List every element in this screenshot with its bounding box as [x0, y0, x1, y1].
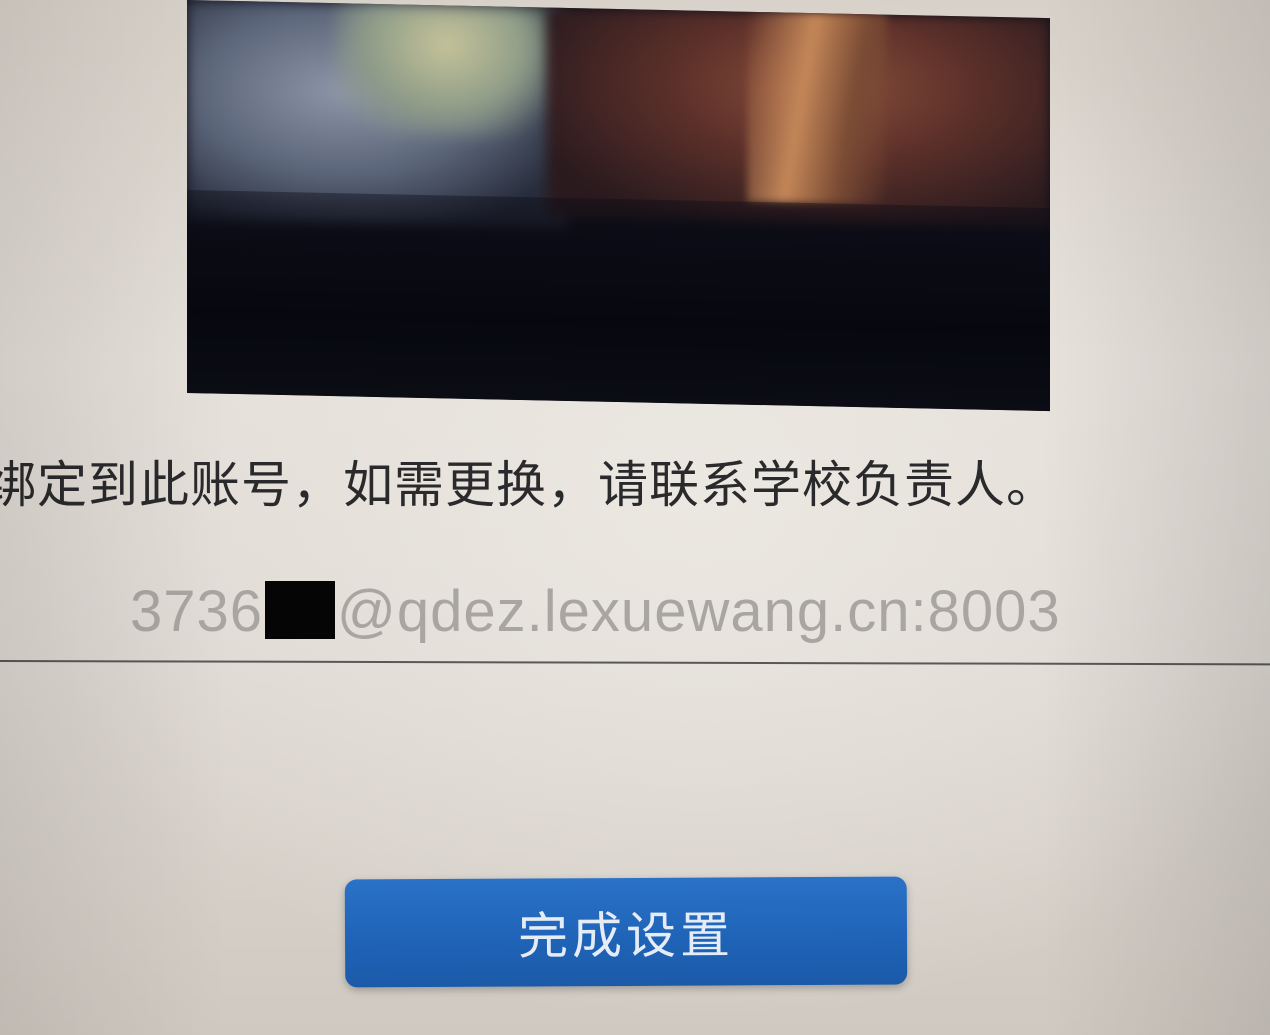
binding-notice: 绑定到此账号，如需更换，请联系学校负责人。	[0, 456, 1057, 514]
redaction-block	[265, 581, 336, 639]
field-underline	[0, 660, 1270, 666]
finish-setup-button[interactable]: 完成设置	[344, 876, 908, 988]
device-screen: 绑定到此账号，如需更换，请联系学校负责人。 3736 @qdez.lexuewan…	[0, 0, 1270, 1035]
finish-setup-label: 完成设置	[517, 906, 735, 966]
camera-preview	[187, 0, 1050, 412]
account-suffix: @qdez.lexuewang.cn:8003	[337, 579, 1061, 644]
account-field[interactable]: 3736 @qdez.lexuewang.cn:8003	[0, 570, 1270, 666]
account-text: 3736 @qdez.lexuewang.cn:8003	[130, 578, 1061, 645]
account-prefix: 3736	[130, 579, 264, 644]
